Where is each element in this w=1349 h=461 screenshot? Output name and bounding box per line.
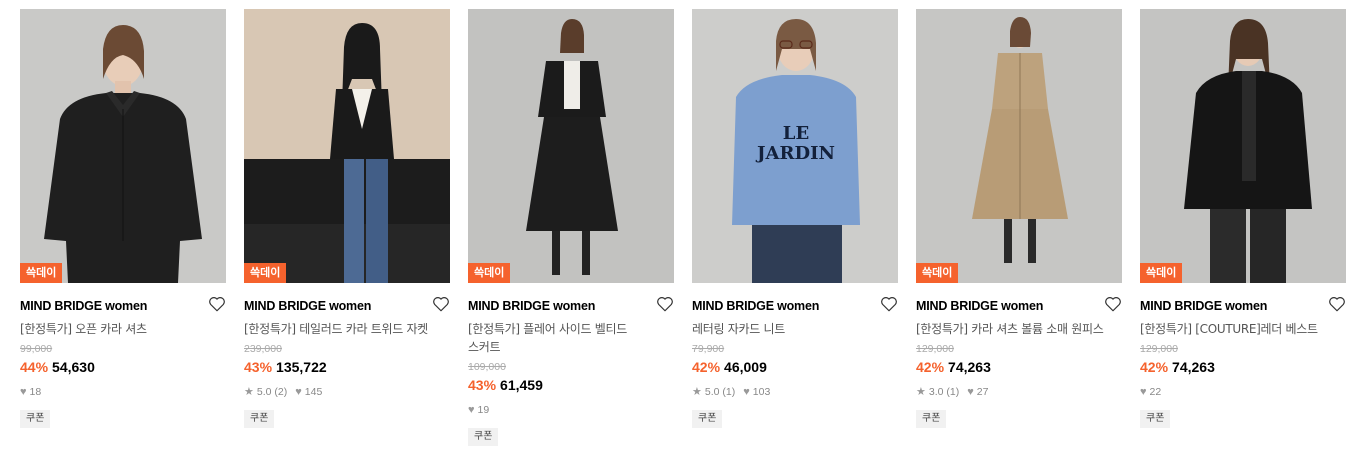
svg-text:JARDIN: JARDIN xyxy=(755,143,835,164)
star-icon: ★ xyxy=(244,386,254,398)
brand-name[interactable]: MIND BRIDGE women xyxy=(916,298,1122,314)
product-name[interactable]: [한정특가] [COUTURE]레더 베스트 xyxy=(1140,320,1346,338)
heart-outline-icon[interactable] xyxy=(656,295,674,313)
sale-badge: 쓱데이 xyxy=(20,263,63,283)
sale-badge: 쓱데이 xyxy=(916,263,959,283)
sale-price: 46,009 xyxy=(724,359,767,375)
coupon-tag: 쿠폰 xyxy=(468,428,499,446)
original-price: 129,000 xyxy=(916,343,954,355)
coupon-tag: 쿠폰 xyxy=(1140,410,1171,428)
brand-name[interactable]: MIND BRIDGE women xyxy=(1140,298,1346,314)
product-card[interactable]: 쓱데이 MIND BRIDGE women [한정특가] 오픈 카라 셔츠 99… xyxy=(20,9,226,428)
product-card[interactable]: 쓱데이 MIND BRIDGE women [한정특가] 플레어 사이드 벨티드… xyxy=(468,9,674,446)
coupon-tag: 쿠폰 xyxy=(916,410,947,428)
original-price: 129,000 xyxy=(1140,343,1178,355)
discount-rate: 43% xyxy=(244,359,273,375)
discount-rate: 42% xyxy=(916,359,945,375)
price-row: 42% 74,263 xyxy=(1140,358,1346,376)
discount-rate: 42% xyxy=(692,359,721,375)
product-card[interactable]: 쓱데이 MIND BRIDGE women [한정특가] 테일러드 카라 트위드… xyxy=(244,9,450,428)
brand-name[interactable]: MIND BRIDGE women xyxy=(244,298,450,314)
discount-rate: 44% xyxy=(20,359,49,375)
product-image[interactable]: 쓱데이 xyxy=(916,9,1122,283)
like-count: 27 xyxy=(976,386,989,398)
product-meta: ♥ 19 xyxy=(468,403,674,417)
coupon-tag: 쿠폰 xyxy=(692,410,723,428)
product-name[interactable]: [한정특가] 오픈 카라 셔츠 xyxy=(20,320,226,338)
sale-badge: 쓱데이 xyxy=(468,263,511,283)
original-price: 79,900 xyxy=(692,343,725,355)
price-row: 42% 74,263 xyxy=(916,358,1122,376)
like-count: 18 xyxy=(29,386,42,398)
product-image[interactable]: 쓱데이 xyxy=(1140,9,1346,283)
product-name[interactable]: [한정특가] 테일러드 카라 트위드 자켓 xyxy=(244,320,450,338)
product-card[interactable]: LE JARDIN MIND BRIDGE women 레터링 자카드 니트 7… xyxy=(692,9,898,428)
heart-outline-icon[interactable] xyxy=(880,295,898,313)
sale-price: 135,722 xyxy=(276,359,327,375)
discount-rate: 43% xyxy=(468,377,497,393)
heart-outline-icon[interactable] xyxy=(208,295,226,313)
review-count: (2) xyxy=(274,386,288,398)
product-image[interactable]: 쓱데이 xyxy=(20,9,226,283)
rating-value: 3.0 xyxy=(928,386,944,398)
svg-text:LE: LE xyxy=(783,123,809,144)
coupon-tag: 쿠폰 xyxy=(20,410,51,428)
product-meta: ★ 3.0 (1) ♥ 27 xyxy=(916,385,1122,399)
product-name[interactable]: 레터링 자카드 니트 xyxy=(692,320,898,338)
product-meta: ★ 5.0 (1) ♥ 103 xyxy=(692,385,898,399)
product-meta: ★ 5.0 (2) ♥ 145 xyxy=(244,385,450,399)
price-row: 44% 54,630 xyxy=(20,358,226,376)
product-meta: ♥ 18 xyxy=(20,385,226,399)
product-name[interactable]: [한정특가] 카라 셔츠 볼륨 소매 원피스 xyxy=(916,320,1122,338)
star-icon: ★ xyxy=(916,386,926,398)
product-meta: ♥ 22 xyxy=(1140,385,1346,399)
heart-outline-icon[interactable] xyxy=(432,295,450,313)
brand-name[interactable]: MIND BRIDGE women xyxy=(692,298,898,314)
rating-value: 5.0 xyxy=(256,386,272,398)
rating-value: 5.0 xyxy=(704,386,720,398)
product-image[interactable]: 쓱데이 xyxy=(468,9,674,283)
original-price: 239,000 xyxy=(244,343,282,355)
like-count: 145 xyxy=(304,386,323,398)
like-count: 19 xyxy=(477,404,490,416)
heart-outline-icon[interactable] xyxy=(1104,295,1122,313)
sale-badge: 쓱데이 xyxy=(244,263,287,283)
product-image[interactable]: LE JARDIN xyxy=(692,9,898,283)
product-grid: 쓱데이 MIND BRIDGE women [한정특가] 오픈 카라 셔츠 99… xyxy=(0,0,1349,461)
price-row: 43% 61,459 xyxy=(468,376,674,394)
like-count: 22 xyxy=(1149,386,1162,398)
brand-name[interactable]: MIND BRIDGE women xyxy=(20,298,226,314)
brand-name[interactable]: MIND BRIDGE women xyxy=(468,298,674,314)
sale-badge: 쓱데이 xyxy=(1140,263,1183,283)
product-card[interactable]: 쓱데이 MIND BRIDGE women [한정특가] 카라 셔츠 볼륨 소매… xyxy=(916,9,1122,428)
original-price: 109,000 xyxy=(468,361,506,373)
price-row: 43% 135,722 xyxy=(244,358,450,376)
product-name[interactable]: [한정특가] 플레어 사이드 벨티드 스커트 xyxy=(468,320,674,356)
heart-filled-icon: ♥ xyxy=(468,404,475,416)
heart-filled-icon: ♥ xyxy=(20,386,27,398)
sale-price: 61,459 xyxy=(500,377,543,393)
heart-filled-icon: ♥ xyxy=(967,386,974,398)
heart-filled-icon: ♥ xyxy=(1140,386,1147,398)
sale-price: 74,263 xyxy=(948,359,991,375)
star-icon: ★ xyxy=(692,386,702,398)
sale-price: 74,263 xyxy=(1172,359,1215,375)
heart-filled-icon: ♥ xyxy=(295,386,302,398)
product-name-line1: [한정특가] 플레어 사이드 벨티드 xyxy=(468,322,627,336)
heart-outline-icon[interactable] xyxy=(1328,295,1346,313)
original-price: 99,000 xyxy=(20,343,53,355)
product-card[interactable]: 쓱데이 MIND BRIDGE women [한정특가] [COUTURE]레더… xyxy=(1140,9,1346,428)
discount-rate: 42% xyxy=(1140,359,1169,375)
like-count: 103 xyxy=(752,386,771,398)
review-count: (1) xyxy=(946,386,960,398)
review-count: (1) xyxy=(722,386,736,398)
heart-filled-icon: ♥ xyxy=(743,386,750,398)
product-name-line2: 스커트 xyxy=(468,340,501,354)
price-row: 42% 46,009 xyxy=(692,358,898,376)
sale-price: 54,630 xyxy=(52,359,95,375)
product-image[interactable]: 쓱데이 xyxy=(244,9,450,283)
coupon-tag: 쿠폰 xyxy=(244,410,275,428)
